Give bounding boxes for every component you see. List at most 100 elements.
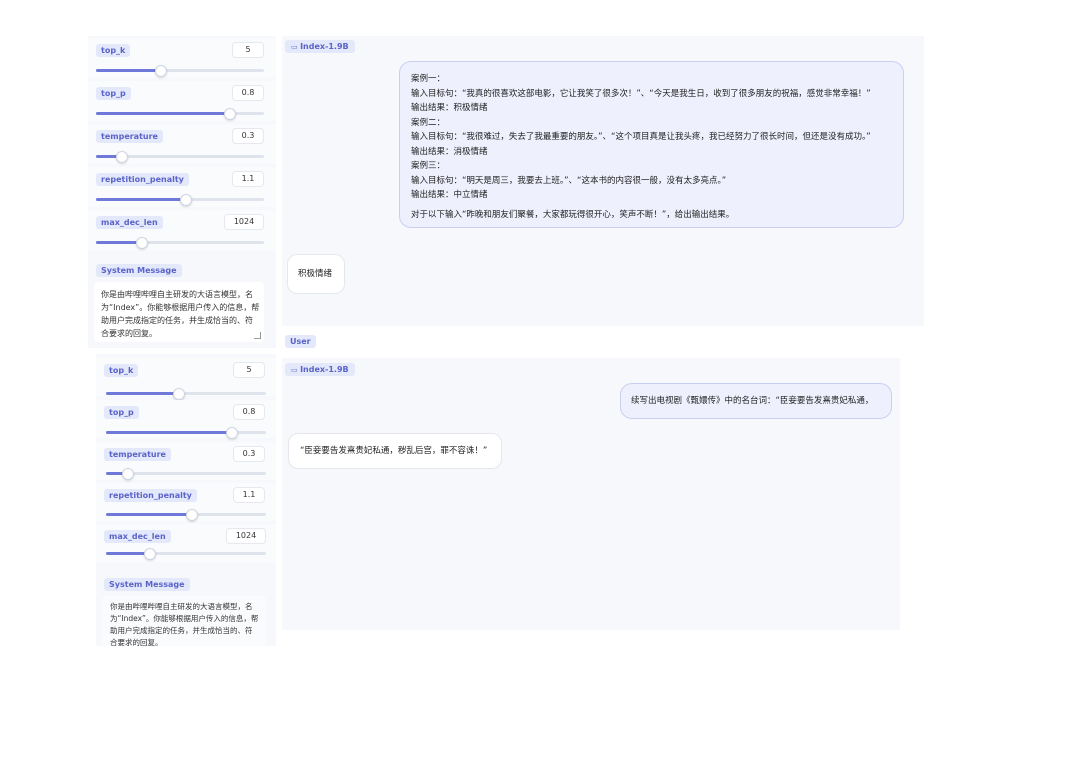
param-repetition-penalty: repetition_penalty 1.1 bbox=[96, 483, 276, 521]
slider-fill bbox=[96, 198, 186, 201]
user-message-text: 案例一： 输入目标句：“我真的很喜欢这部电影，它让我笑了很多次！”、“今天是我生… bbox=[411, 72, 871, 222]
user-message-bubble: 续写出电视剧《甄嬛传》中的名台词：“臣妾要告发熹贵妃私通， bbox=[620, 383, 892, 419]
param-top-k: top_k 5 bbox=[96, 358, 276, 400]
chat-bubble-icon: ▭ bbox=[291, 43, 301, 51]
param-slider[interactable] bbox=[96, 237, 264, 249]
param-label: repetition_penalty bbox=[104, 489, 197, 502]
slider-fill bbox=[106, 552, 150, 555]
param-temperature: temperature 0.3 bbox=[96, 442, 276, 480]
text-line: 输出结果：积极情绪 bbox=[411, 103, 488, 113]
bot-message-text: “臣妾要告发熹贵妃私通，秽乱后宫，罪不容诛！” bbox=[300, 446, 488, 456]
param-value-input[interactable]: 0.3 bbox=[233, 446, 265, 462]
param-label: repetition_penalty bbox=[96, 173, 189, 186]
param-value-input[interactable]: 0.8 bbox=[232, 85, 264, 101]
param-temperature: temperature 0.3 bbox=[88, 124, 276, 164]
system-message-label: System Message bbox=[104, 578, 190, 591]
text-line: 案例二： bbox=[411, 117, 446, 128]
slider-thumb[interactable] bbox=[144, 548, 157, 560]
slider-thumb[interactable] bbox=[223, 108, 236, 120]
text-line: 合要求的回复。 bbox=[101, 329, 157, 338]
slider-thumb[interactable] bbox=[121, 468, 134, 480]
model-label: ▭ Index-1.9B bbox=[285, 40, 355, 53]
param-slider[interactable] bbox=[106, 468, 266, 480]
system-message-textarea[interactable]: 你是由哔哩哔哩自主研发的大语言模型，名 为“Index”。你能够根据用户传入的信… bbox=[94, 282, 264, 342]
param-slider[interactable] bbox=[96, 194, 264, 206]
slider-fill bbox=[106, 431, 231, 434]
text-line: 为“Index”。你能够根据用户传入的信息，帮 bbox=[101, 303, 260, 312]
param-slider[interactable] bbox=[96, 151, 264, 163]
slider-thumb[interactable] bbox=[173, 388, 185, 400]
param-repetition-penalty: repetition_penalty 1.1 bbox=[88, 167, 276, 207]
slider-fill bbox=[96, 112, 229, 115]
system-message-text: 你是由哔哩哔哩自主研发的大语言模型，名 为“Index”。你能够根据用户传入的信… bbox=[101, 288, 259, 340]
param-label: max_dec_len bbox=[96, 216, 163, 229]
model-name: Index-1.9B bbox=[300, 365, 349, 374]
param-slider[interactable] bbox=[96, 108, 264, 120]
system-message-text: 你是由哔哩哔哩自主研发的大语言模型，名 为“Index”。你能够根据用户传入的信… bbox=[110, 601, 258, 649]
text-line: 为“Index”。你能够根据用户传入的信息，帮 bbox=[110, 614, 259, 623]
param-value-input[interactable]: 5 bbox=[233, 362, 265, 378]
text-line: 输入目标句：“明天是周三，我要去上班。”、“这本书的内容很一般，没有太多亮点。” bbox=[411, 175, 727, 186]
text-line: 对于以下输入“昨晚和朋友们聚餐，大家都玩得很开心，笑声不断！”，给出输出结果。 bbox=[411, 209, 735, 220]
system-message-section: System Message 你是由哔哩哔哩自主研发的大语言模型，名 为“Ind… bbox=[96, 572, 276, 649]
slider-fill bbox=[106, 513, 191, 516]
text-line: 案例一： bbox=[411, 74, 446, 84]
text-line: 输入目标句：“我很难过，失去了我最重要的朋友。”、“这个项目真是让我头疼，我已经… bbox=[411, 132, 871, 142]
text-line: 你是由哔哩哔哩自主研发的大语言模型，名 bbox=[101, 290, 253, 299]
text-line: 助用户完成指定的任务，并生成恰当的、符 bbox=[101, 316, 253, 325]
text-line: 输出结果：中立情绪 bbox=[411, 190, 488, 200]
param-label: top_p bbox=[104, 406, 139, 419]
model-label: ▭ Index-1.9B bbox=[285, 363, 355, 376]
resize-handle-icon[interactable] bbox=[254, 332, 261, 339]
model-name: Index-1.9B bbox=[300, 42, 349, 51]
param-slider[interactable] bbox=[106, 548, 266, 560]
text-line: 助用户完成指定的任务，并生成恰当的、符 bbox=[110, 626, 253, 635]
param-slider[interactable] bbox=[106, 388, 266, 400]
bot-message-text: 积极情绪 bbox=[298, 269, 333, 279]
chat-area: ▭ Index-1.9B 案例一： 输入目标句：“我真的很喜欢这部电影，它让我笑… bbox=[282, 36, 924, 326]
param-label: top_k bbox=[104, 364, 139, 377]
param-top-k: top_k 5 bbox=[88, 38, 276, 78]
panel-2: top_k 5 top_p 0.8 temperature 0.3 repeti… bbox=[96, 354, 908, 649]
chat-area: ▭ Index-1.9B 续写出电视剧《甄嬛传》中的名台词：“臣妾要告发熹贵妃私… bbox=[282, 358, 900, 630]
system-message-section: System Message 你是由哔哩哔哩自主研发的大语言模型，名 为“Ind… bbox=[88, 258, 276, 346]
param-value-input[interactable]: 0.3 bbox=[232, 128, 264, 144]
param-label: top_p bbox=[96, 87, 131, 100]
text-line: 合要求的回复。 bbox=[110, 638, 163, 647]
text-line: 输出结果：消极情绪 bbox=[411, 146, 488, 157]
slider-thumb[interactable] bbox=[154, 65, 167, 77]
text-line: 你是由哔哩哔哩自主研发的大语言模型，名 bbox=[110, 602, 253, 611]
param-max-dec-len: max_dec_len 1024 bbox=[88, 210, 276, 250]
user-label: User bbox=[285, 335, 316, 348]
slider-thumb[interactable] bbox=[136, 237, 149, 249]
slider-fill bbox=[96, 241, 142, 244]
param-value-input[interactable]: 0.8 bbox=[233, 404, 265, 420]
param-slider[interactable] bbox=[106, 509, 266, 521]
slider-thumb[interactable] bbox=[185, 509, 198, 521]
param-label: top_k bbox=[96, 44, 131, 57]
param-top-p: top_p 0.8 bbox=[88, 81, 276, 121]
panel-1: top_k 5 top_p 0.8 temperature 0.3 repeti… bbox=[88, 36, 924, 348]
param-value-input[interactable]: 1024 bbox=[224, 214, 264, 230]
parameter-sidebar: top_k 5 top_p 0.8 temperature 0.3 repeti… bbox=[96, 354, 276, 649]
param-value-input[interactable]: 5 bbox=[232, 42, 264, 58]
param-value-input[interactable]: 1.1 bbox=[233, 487, 265, 503]
param-slider[interactable] bbox=[96, 65, 264, 77]
param-label: temperature bbox=[104, 448, 171, 461]
slider-thumb[interactable] bbox=[225, 427, 238, 439]
param-value-input[interactable]: 1.1 bbox=[232, 171, 264, 187]
chat-bubble-icon: ▭ bbox=[291, 366, 301, 374]
param-slider[interactable] bbox=[106, 427, 266, 439]
param-value-input[interactable]: 1024 bbox=[226, 528, 266, 544]
user-message-text: 续写出电视剧《甄嬛传》中的名台词：“臣妾要告发熹贵妃私通， bbox=[631, 396, 874, 406]
slider-thumb[interactable] bbox=[180, 194, 193, 206]
param-label: max_dec_len bbox=[104, 530, 171, 543]
system-message-label: System Message bbox=[96, 264, 182, 277]
bot-message-bubble: “臣妾要告发熹贵妃私通，秽乱后宫，罪不容诛！” bbox=[288, 433, 502, 469]
param-top-p: top_p 0.8 bbox=[96, 400, 276, 439]
slider-fill bbox=[96, 69, 160, 72]
system-message-textarea[interactable]: 你是由哔哩哔哩自主研发的大语言模型，名 为“Index”。你能够根据用户传入的信… bbox=[102, 596, 266, 649]
slider-fill bbox=[106, 392, 178, 395]
slider-thumb[interactable] bbox=[116, 151, 129, 163]
text-line: 输入目标句：“我真的很喜欢这部电影，它让我笑了很多次！”、“今天是我生日，收到了… bbox=[411, 88, 871, 99]
